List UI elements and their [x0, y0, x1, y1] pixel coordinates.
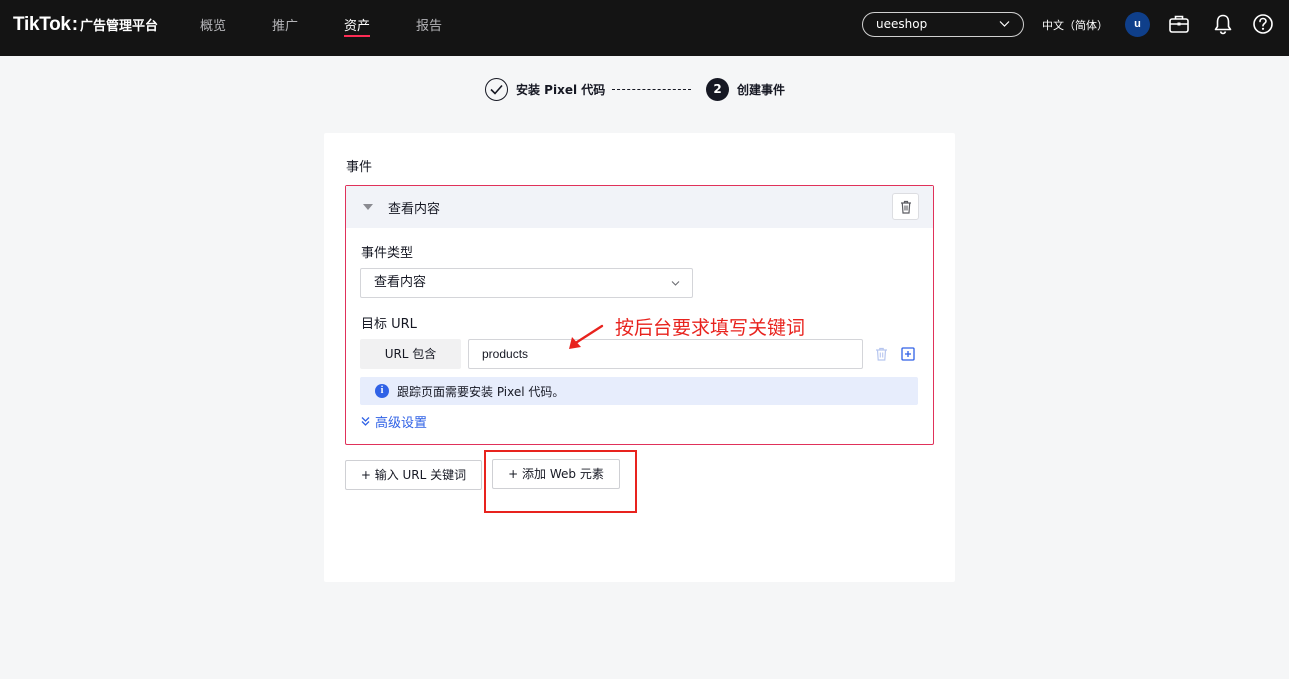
event-type-value: 查看内容 [374, 275, 427, 290]
trash-icon [901, 200, 911, 214]
account-name: ueeshop [876, 17, 928, 31]
annotation-arrow-icon [569, 324, 604, 349]
add-url-keyword-button[interactable]: + 输入 URL 关键词 [345, 460, 482, 490]
help-icon[interactable] [1252, 13, 1274, 35]
double-chevron-down-icon [361, 417, 370, 426]
event-panel-title: 查看内容 [388, 202, 441, 217]
collapse-caret-icon[interactable] [363, 204, 373, 210]
info-icon: i [375, 384, 389, 398]
bell-icon[interactable] [1213, 13, 1233, 35]
advanced-settings-label: 高级设置 [375, 416, 428, 431]
check-icon [490, 84, 503, 95]
event-panel-header[interactable]: 查看内容 [346, 186, 933, 228]
event-type-label: 事件类型 [361, 246, 414, 261]
step-2-number: 2 [706, 78, 729, 101]
briefcase-icon[interactable] [1168, 13, 1190, 35]
advanced-settings-toggle[interactable]: 高级设置 [360, 412, 427, 431]
annotation-highlight-box [484, 450, 637, 513]
chevron-down-icon [671, 281, 680, 286]
section-title: 事件 [346, 160, 373, 175]
logo-colon: : [71, 14, 79, 35]
avatar[interactable]: u [1125, 12, 1150, 37]
annotation-text: 按后台要求填写关键词 [615, 317, 806, 339]
nav-assets[interactable]: 资产 [344, 15, 371, 37]
event-type-select[interactable]: 查看内容 [360, 268, 693, 298]
url-condition-select[interactable]: URL 包含 [360, 339, 461, 369]
url-keyword-input[interactable]: products [468, 339, 863, 369]
chevron-down-icon [999, 21, 1010, 27]
target-url-label: 目标 URL [361, 317, 417, 332]
info-text: 跟踪页面需要安装 Pixel 代码。 [397, 385, 565, 399]
account-selector[interactable]: ueeshop [862, 12, 1024, 37]
nav-overview[interactable]: 概览 [200, 15, 226, 34]
logo-wordmark: TikTok [13, 14, 71, 35]
tiktok-ads-logo[interactable]: TikTok : 广告管理平台 [13, 14, 158, 38]
stepper-connector [612, 89, 691, 90]
nav-active-underline [344, 35, 371, 37]
trash-icon[interactable] [875, 347, 888, 361]
logo-subtitle: 广告管理平台 [80, 19, 159, 34]
nav-assets-label: 资产 [344, 19, 371, 34]
top-navigation-bar: TikTok : 广告管理平台 概览 推广 资产 报告 ueeshop 中文（简… [0, 0, 1289, 56]
nav-reports[interactable]: 报告 [416, 15, 442, 34]
nav-campaign[interactable]: 推广 [272, 15, 298, 34]
step-2-label: 创建事件 [737, 83, 786, 97]
step-1-complete-indicator [485, 78, 508, 101]
delete-event-button[interactable] [892, 193, 919, 220]
step-1-label: 安装 Pixel 代码 [516, 83, 606, 97]
add-row-icon[interactable] [901, 347, 915, 361]
info-banner: i 跟踪页面需要安装 Pixel 代码。 [360, 377, 918, 405]
language-switcher[interactable]: 中文（简体） [1042, 17, 1108, 33]
